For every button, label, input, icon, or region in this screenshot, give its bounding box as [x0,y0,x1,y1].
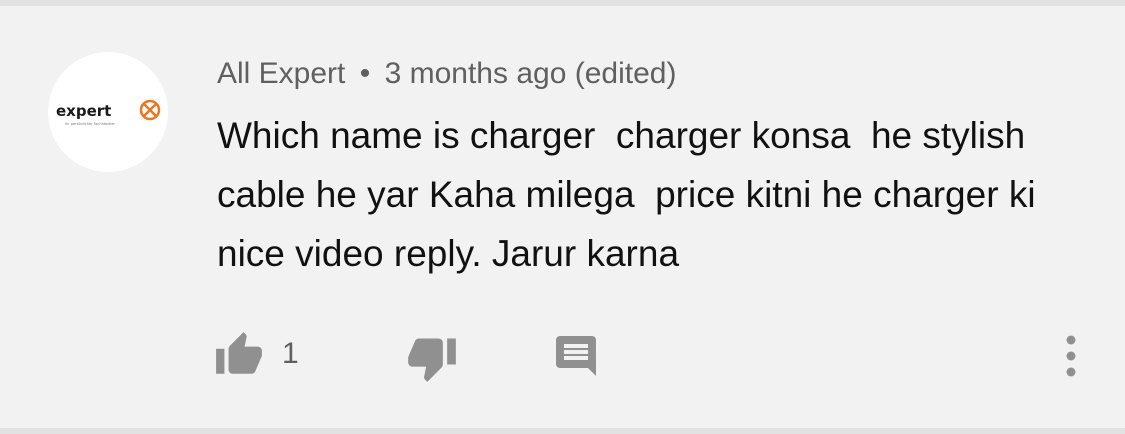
bottom-divider [0,428,1125,434]
expert-logo: expert Ihr persönlicher Fachhändler [56,99,161,126]
thumbs-up-icon [216,332,262,374]
logo-tagline: Ihr persönlicher Fachhändler [65,122,115,126]
comment-actions: 1 [0,320,1125,390]
author-name[interactable]: All Expert [217,57,345,90]
more-options-button[interactable] [1056,328,1086,384]
comment-icon [556,336,596,376]
header-separator: • [359,57,371,90]
comment-timestamp[interactable]: 3 months ago (edited) [385,57,677,90]
comment-text: Which name is charger charger konsa he s… [217,115,1046,274]
author-avatar[interactable]: expert Ihr persönlicher Fachhändler [48,52,168,172]
logo-wordmark: expert [56,102,111,120]
dislike-button[interactable] [406,332,458,384]
top-divider [0,0,1125,6]
like-button[interactable] [214,330,264,380]
logo-mark-icon [139,99,161,121]
comment-header: All Expert • 3 months ago (edited) [217,54,676,94]
thumbs-down-icon [408,338,456,382]
like-count: 1 [282,337,299,370]
reply-button[interactable] [552,332,600,380]
more-vertical-icon [1066,335,1076,377]
